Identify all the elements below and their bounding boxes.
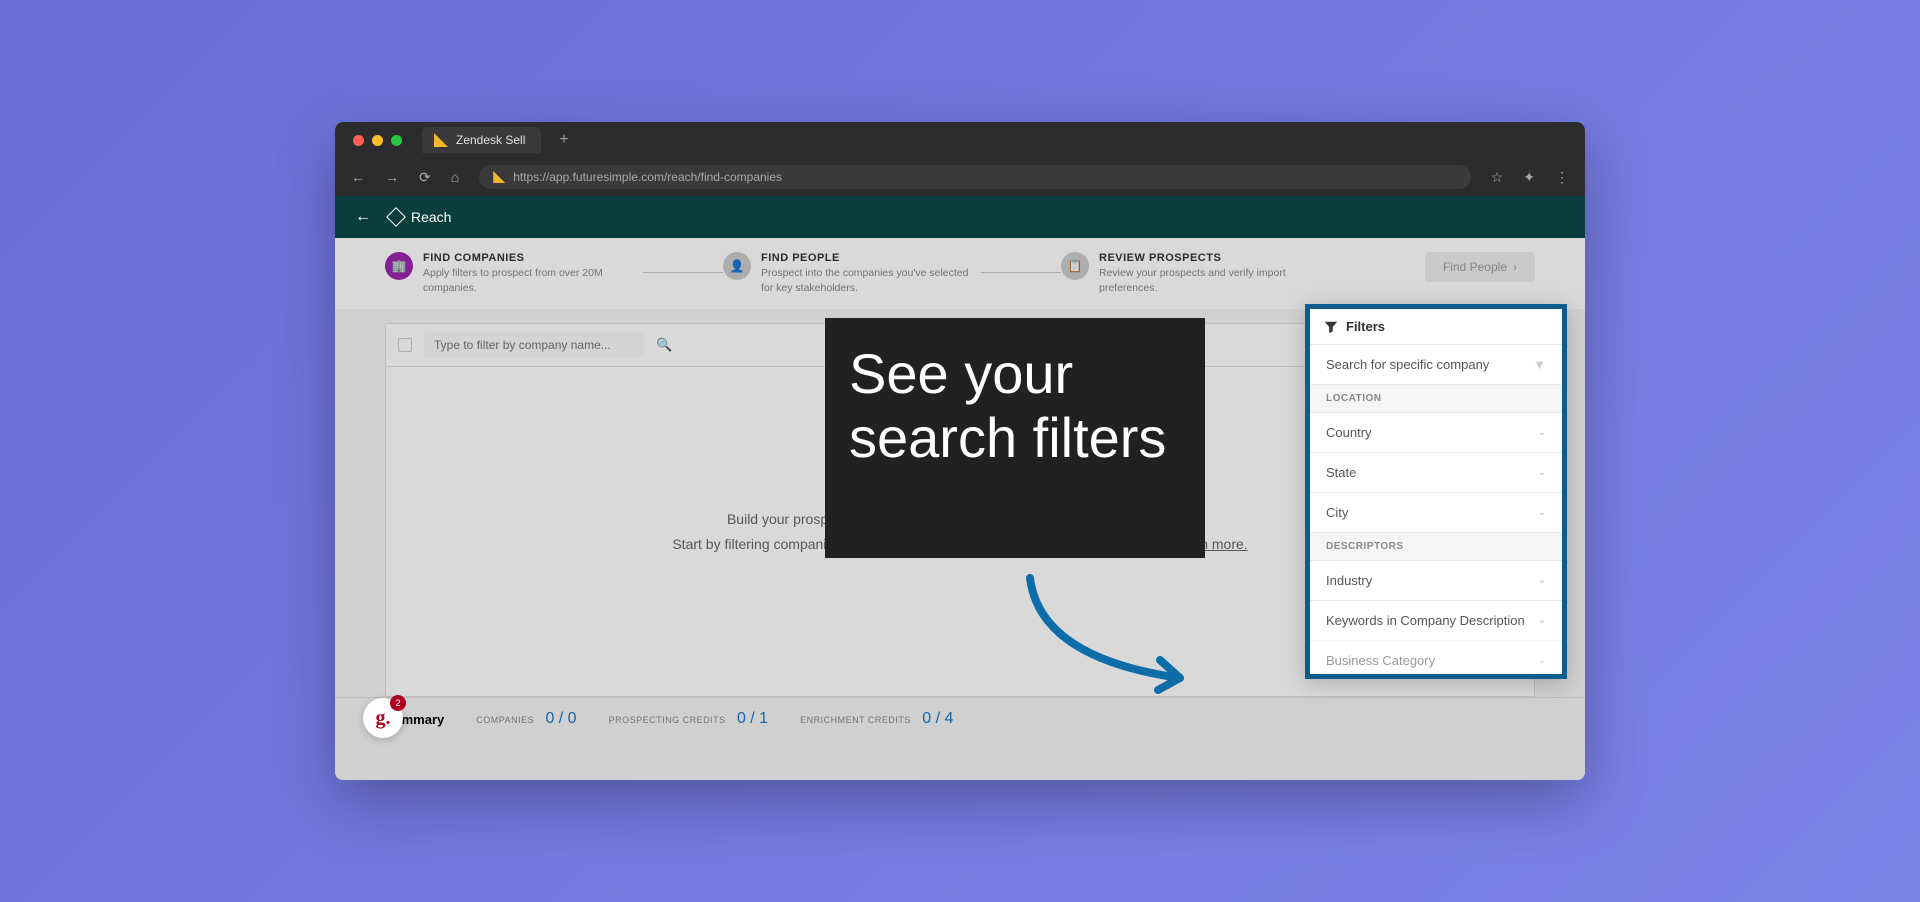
annotation-callout: See your search filters	[825, 318, 1205, 558]
funnel-icon	[1324, 320, 1338, 334]
person-icon: 👤	[723, 252, 751, 280]
step-desc: Apply filters to prospect from over 20M …	[423, 266, 643, 295]
review-icon: 📋	[1061, 252, 1089, 280]
browser-tab-bar: Zendesk Sell +	[335, 122, 1585, 158]
url-text: https://app.futuresimple.com/reach/find-…	[513, 170, 782, 184]
app-header: ← Reach	[335, 196, 1585, 238]
chevron-down-icon: ⌄	[1538, 427, 1546, 438]
step-title: REVIEW PROSPECTS	[1099, 252, 1319, 264]
site-favicon-icon	[434, 133, 448, 147]
minimize-window-icon[interactable]	[372, 135, 383, 146]
step-connector	[643, 272, 723, 273]
filter-section-location: LOCATION	[1310, 384, 1562, 412]
filter-funnel-small-icon: ▼	[1533, 357, 1546, 372]
reload-icon[interactable]: ⟳	[411, 163, 439, 192]
step-desc: Review your prospects and verify import …	[1099, 266, 1319, 295]
summary-enrichment: ENRICHMENT CREDITS 0 / 4	[800, 710, 953, 728]
filters-header: Filters	[1310, 309, 1562, 344]
browser-window: Zendesk Sell + ← → ⟳ ⌂ https://app.futur…	[335, 122, 1585, 780]
step-find-people: 👤 FIND PEOPLE Prospect into the companie…	[723, 252, 981, 295]
forward-icon[interactable]: →	[377, 163, 407, 191]
notification-badge: 2	[390, 695, 406, 711]
app-title: Reach	[411, 209, 451, 225]
step-review: 📋 REVIEW PROSPECTS Review your prospects…	[1061, 252, 1319, 295]
filters-title: Filters	[1346, 319, 1385, 334]
browser-tab[interactable]: Zendesk Sell	[422, 127, 541, 153]
summary-companies: COMPANIES 0 / 0	[476, 710, 576, 728]
url-input[interactable]: https://app.futuresimple.com/reach/find-…	[479, 165, 1471, 189]
close-window-icon[interactable]	[353, 135, 364, 146]
star-icon[interactable]: ☆	[1483, 163, 1512, 192]
chevron-down-icon: ⌄	[1538, 575, 1546, 586]
filter-city[interactable]: City⌄	[1310, 492, 1562, 532]
home-icon[interactable]: ⌂	[443, 163, 467, 191]
step-title: FIND PEOPLE	[761, 252, 981, 264]
find-people-label: Find People	[1443, 260, 1507, 274]
window-controls	[343, 135, 412, 146]
chevron-down-icon: ⌄	[1538, 615, 1546, 626]
app-logo: Reach	[389, 209, 451, 225]
step-title: FIND COMPANIES	[423, 252, 643, 264]
help-widget[interactable]: g. 2	[363, 698, 403, 738]
building-icon: 🏢	[385, 252, 413, 280]
filter-business-category[interactable]: Business Category⌄	[1310, 640, 1562, 674]
annotation-arrow-icon	[1020, 568, 1220, 708]
tab-title: Zendesk Sell	[456, 133, 525, 147]
browser-address-bar: ← → ⟳ ⌂ https://app.futuresimple.com/rea…	[335, 158, 1585, 196]
g-logo-icon: g.	[376, 707, 391, 730]
url-favicon-icon	[493, 171, 505, 183]
step-desc: Prospect into the companies you've selec…	[761, 266, 981, 295]
filter-keywords[interactable]: Keywords in Company Description⌄	[1310, 600, 1562, 640]
filter-section-descriptors: DESCRIPTORS	[1310, 532, 1562, 560]
new-tab-button[interactable]: +	[551, 127, 576, 153]
filter-industry[interactable]: Industry⌄	[1310, 560, 1562, 600]
wizard-steps: 🏢 FIND COMPANIES Apply filters to prospe…	[335, 238, 1585, 309]
filter-state[interactable]: State⌄	[1310, 452, 1562, 492]
search-icon: 🔍	[656, 337, 672, 353]
chevron-down-icon: ⌄	[1538, 467, 1546, 478]
extensions-icon[interactable]: ✦	[1515, 163, 1543, 192]
find-people-button[interactable]: Find People ›	[1425, 252, 1535, 282]
maximize-window-icon[interactable]	[391, 135, 402, 146]
summary-prospecting: PROSPECTING CREDITS 0 / 1	[609, 710, 769, 728]
chevron-down-icon: ⌄	[1538, 655, 1546, 666]
step-connector	[981, 272, 1061, 273]
menu-icon[interactable]: ⋮	[1547, 163, 1577, 192]
app-back-button[interactable]: ←	[355, 208, 371, 226]
main-content: 🏢 FIND COMPANIES Apply filters to prospe…	[335, 238, 1585, 780]
select-all-checkbox[interactable]	[398, 338, 412, 352]
chevron-right-icon: ›	[1513, 260, 1517, 274]
chevron-down-icon: ⌄	[1538, 507, 1546, 518]
filter-country[interactable]: Country⌄	[1310, 412, 1562, 452]
company-search-input[interactable]	[424, 332, 644, 358]
back-icon[interactable]: ←	[343, 163, 373, 191]
reach-icon	[386, 207, 406, 227]
filters-panel: Filters Search for specific company ▼ LO…	[1305, 304, 1567, 679]
filter-search-company[interactable]: Search for specific company ▼	[1310, 344, 1562, 384]
summary-bar: Summary COMPANIES 0 / 0 PROSPECTING CRED…	[335, 697, 1585, 740]
step-find-companies: 🏢 FIND COMPANIES Apply filters to prospe…	[385, 252, 643, 295]
